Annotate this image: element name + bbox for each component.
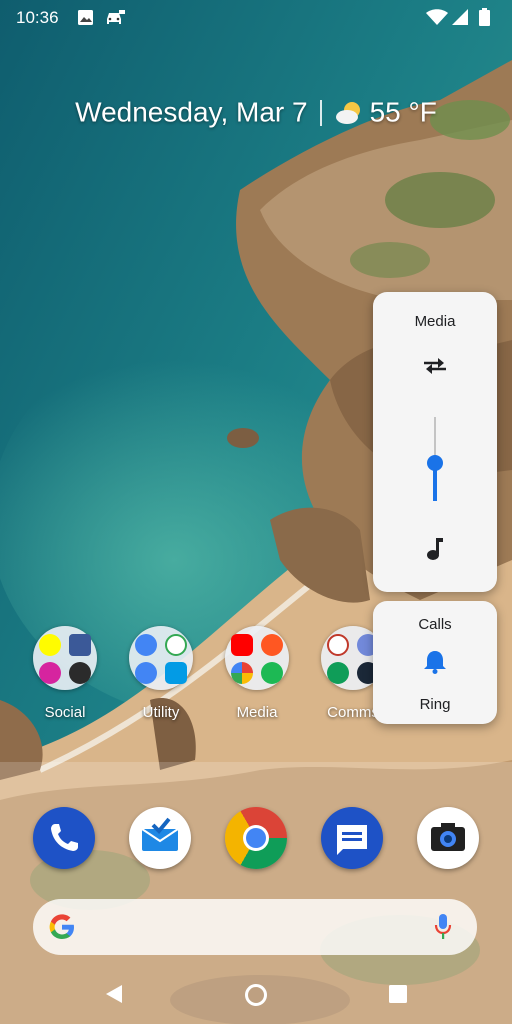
ring-label: Ring	[419, 696, 451, 713]
home-icon[interactable]	[244, 983, 268, 1012]
image-icon	[77, 9, 94, 31]
files-icon	[165, 662, 187, 684]
phone-app-icon[interactable]	[33, 807, 95, 869]
media-label: Media	[414, 313, 456, 330]
calls-volume-panel: Calls Ring	[373, 601, 497, 724]
media-volume-panel: Media	[373, 292, 497, 592]
date-text[interactable]: Wednesday, Mar 7	[75, 97, 307, 128]
signal-icon	[452, 9, 469, 31]
at-a-glance-widget[interactable]: Wednesday, Mar 7 55 °F	[0, 95, 512, 129]
translate-icon	[135, 662, 157, 684]
mic-icon[interactable]	[433, 913, 453, 946]
temperature-text[interactable]: 55 °F	[370, 97, 437, 128]
snapchat-icon	[39, 634, 61, 656]
status-bar: 10:36	[0, 0, 512, 36]
instagram-icon	[39, 662, 61, 684]
messages-app-icon[interactable]	[321, 807, 383, 869]
arrow-app-icon	[135, 634, 157, 656]
status-time: 10:36	[16, 8, 59, 27]
bell-icon[interactable]	[423, 649, 447, 680]
partly-sunny-icon[interactable]	[334, 98, 364, 128]
wifi-icon	[426, 9, 448, 31]
recents-icon[interactable]	[389, 985, 407, 1008]
skype-icon	[327, 634, 349, 656]
folder-icon[interactable]	[225, 626, 289, 690]
chrome-app-icon[interactable]	[225, 807, 287, 869]
drive-icon	[165, 634, 187, 656]
hangouts-icon	[327, 662, 349, 684]
camera-app-icon[interactable]	[417, 807, 479, 869]
navigation-bar	[0, 964, 512, 1024]
paint-icon	[69, 662, 91, 684]
inbox-app-icon[interactable]	[129, 807, 191, 869]
photos-icon	[231, 662, 253, 684]
facebook-icon	[69, 634, 91, 656]
glance-divider	[319, 99, 322, 126]
folder-label: Media	[236, 704, 278, 721]
music-note-icon[interactable]	[426, 537, 444, 566]
google-search-bar[interactable]	[33, 899, 477, 955]
folder-icon[interactable]	[129, 626, 193, 690]
play-music-icon	[261, 634, 283, 656]
calls-label: Calls	[418, 616, 452, 633]
battery-icon	[479, 8, 490, 31]
google-logo-icon	[47, 912, 77, 947]
output-switch-icon[interactable]	[422, 356, 448, 381]
media-volume-slider[interactable]	[427, 417, 443, 501]
car-icon	[105, 9, 125, 31]
spotify-icon	[261, 662, 283, 684]
folder-label: Utility	[142, 704, 180, 721]
youtube-icon	[231, 634, 253, 656]
folder-label: Social	[44, 704, 86, 721]
folder-icon[interactable]	[33, 626, 97, 690]
back-icon[interactable]	[104, 984, 124, 1009]
slider-thumb[interactable]	[427, 455, 443, 472]
